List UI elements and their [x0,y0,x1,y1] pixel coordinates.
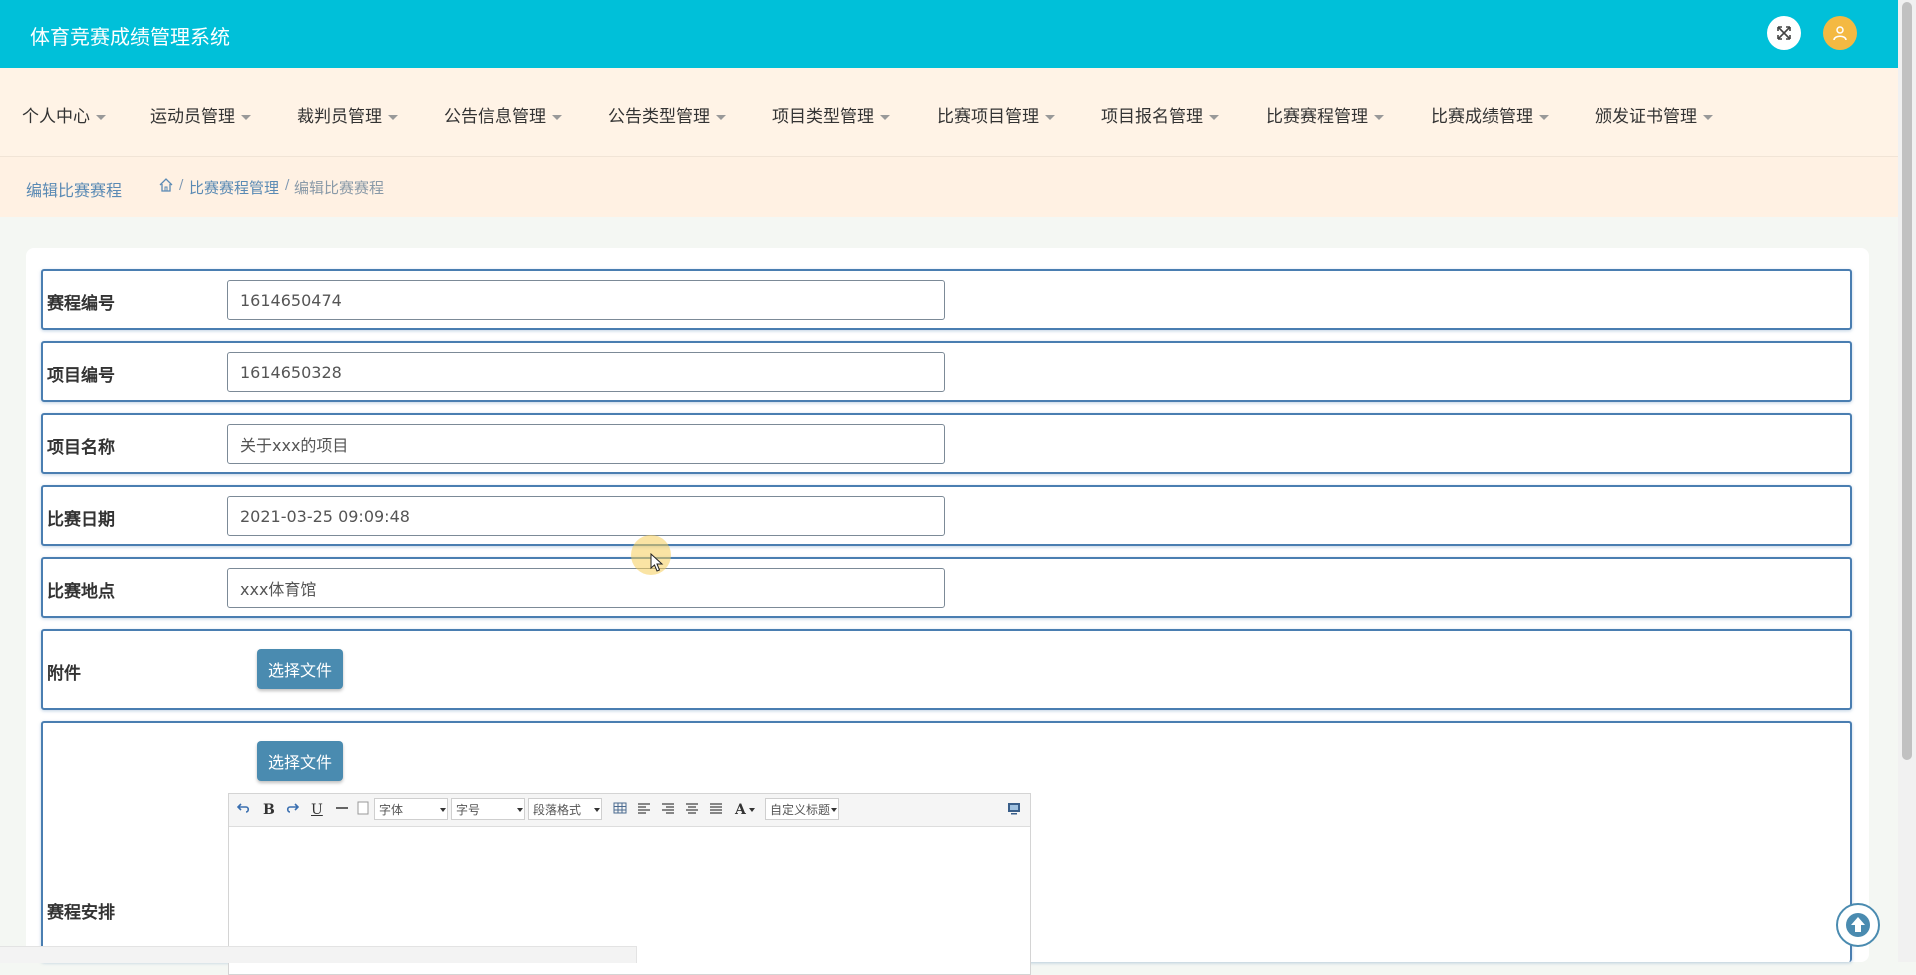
nav-item-certificate-management[interactable]: 颁发证书管理 [1595,102,1713,127]
nav-item-referee-management[interactable]: 裁判员管理 [297,102,398,127]
match-place-label: 比赛地点 [47,582,115,602]
chevron-down-icon [1209,114,1219,120]
home-icon[interactable] [158,177,174,197]
main-nav: 个人中心 运动员管理 裁判员管理 公告信息管理 公告类型管理 项目类型管理 比赛… [0,68,1898,157]
underline-button[interactable]: U [311,801,323,819]
nav-item-personal-center[interactable]: 个人中心 [22,102,106,127]
match-date-input[interactable] [227,496,945,536]
breadcrumb-parent-link[interactable]: 比赛赛程管理 [189,177,279,198]
attachment-label: 附件 [47,664,81,684]
top-header: 体育竞赛成绩管理系统 [0,0,1898,68]
fullscreen-icon[interactable] [1767,16,1801,50]
form-row-project-no: 项目编号 [41,341,1852,402]
project-name-input[interactable] [227,424,945,464]
chevron-down-icon [880,114,890,120]
chevron-down-icon [1374,114,1384,120]
mouse-pointer-icon [650,552,664,577]
breadcrumb-separator: / [179,178,184,193]
nav-item-schedule-management[interactable]: 比赛赛程管理 [1266,102,1384,127]
nav-item-project-type-management[interactable]: 项目类型管理 [772,102,890,127]
nav-item-announcement-type-management[interactable]: 公告类型管理 [608,102,726,127]
chevron-down-icon [1539,114,1549,120]
nav-item-athlete-management[interactable]: 运动员管理 [150,102,251,127]
nav-item-announcement-management[interactable]: 公告信息管理 [444,102,562,127]
chevron-down-icon [1703,114,1713,120]
project-no-label: 项目编号 [47,366,115,386]
redo-icon[interactable] [285,801,300,820]
schedule-no-label: 赛程编号 [47,294,115,314]
breadcrumb-current: 编辑比赛赛程 [294,179,385,197]
paragraph-format-select[interactable]: 段落格式 [528,798,602,820]
chevron-down-icon [517,808,523,812]
bold-button[interactable]: B [263,801,275,819]
font-family-select[interactable]: 字体 [374,798,448,820]
page-scrollbar[interactable] [1898,0,1916,962]
form-row-attachment: 附件 选择文件 [41,629,1852,710]
scrollbar-thumb[interactable] [1902,2,1912,760]
chevron-down-icon [388,114,398,120]
breadcrumb-separator: / [285,178,290,193]
nav-item-score-management[interactable]: 比赛成绩管理 [1431,102,1549,127]
attachment-choose-file-button[interactable]: 选择文件 [257,649,343,689]
page-title: 编辑比赛赛程 [26,181,123,200]
horizontal-rule-icon[interactable] [335,801,349,820]
form-row-match-date: 比赛日期 [41,485,1852,546]
preview-icon[interactable] [1007,801,1021,820]
chevron-down-icon [96,114,106,120]
match-place-input[interactable] [227,568,945,608]
project-no-input[interactable] [227,352,945,392]
align-justify-icon[interactable] [709,801,723,820]
align-left-icon[interactable] [637,801,651,820]
undo-icon[interactable] [236,801,251,820]
arrow-up-icon [1846,913,1870,937]
chevron-down-icon [440,808,446,812]
page-icon[interactable] [357,801,369,820]
form-row-project-name: 项目名称 [41,413,1852,474]
arrangement-label: 赛程安排 [47,903,115,923]
form-row-match-place: 比赛地点 [41,557,1852,618]
chevron-down-icon [716,114,726,120]
font-color-button[interactable]: A [735,801,755,819]
match-date-label: 比赛日期 [47,510,115,530]
browser-status-bar [0,946,637,963]
editor-toolbar: B U 字体 字号 段落格式 A 自定义标题 [229,794,1030,827]
form-row-schedule-no: 赛程编号 [41,269,1852,330]
project-name-label: 项目名称 [47,438,115,458]
app-title: 体育竞赛成绩管理系统 [30,25,230,49]
back-to-top-button[interactable] [1836,903,1880,947]
chevron-down-icon [831,808,837,812]
breadcrumb-bar: 编辑比赛赛程 / 比赛赛程管理 / 编辑比赛赛程 [0,157,1898,217]
chevron-down-icon [241,114,251,120]
table-icon[interactable] [613,801,627,820]
schedule-no-input[interactable] [227,280,945,320]
chevron-down-icon [748,808,755,812]
chevron-down-icon [552,114,562,120]
form-row-arrangement: 赛程安排 选择文件 B U 字体 字号 段落格式 A 自定义标题 [41,721,1852,975]
font-size-select[interactable]: 字号 [451,798,525,820]
nav-item-match-project-management[interactable]: 比赛项目管理 [937,102,1055,127]
align-center-icon[interactable] [685,801,699,820]
custom-title-select[interactable]: 自定义标题 [765,798,839,820]
arrangement-choose-file-button[interactable]: 选择文件 [257,741,343,781]
chevron-down-icon [594,808,600,812]
chevron-down-icon [1045,114,1055,120]
align-right-icon[interactable] [661,801,675,820]
user-avatar-icon[interactable] [1823,16,1857,50]
nav-item-registration-management[interactable]: 项目报名管理 [1101,102,1219,127]
